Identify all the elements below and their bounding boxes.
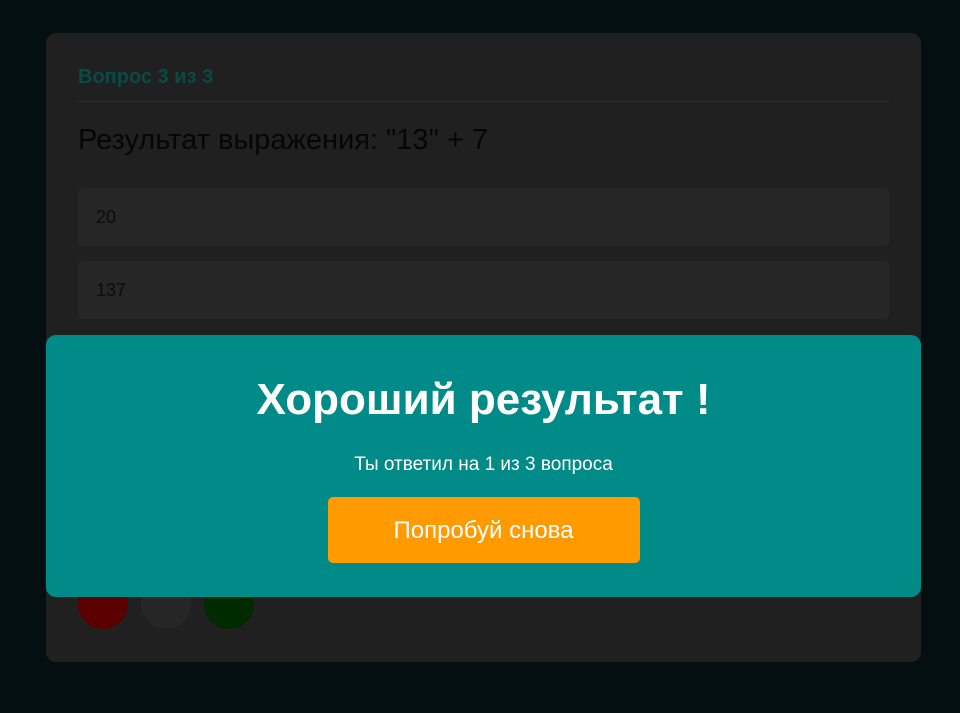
answer-list: 20 137: [78, 188, 889, 319]
result-summary: Ты ответил на 1 из 3 вопроса: [354, 454, 613, 475]
question-text: Результат выражения: "13" + 7: [78, 124, 489, 156]
result-title: Хороший результат !: [256, 375, 711, 424]
retry-button[interactable]: Попробуй снова: [327, 497, 640, 563]
answer-option[interactable]: 137: [78, 261, 889, 319]
question-counter: Вопрос 3 из 3: [78, 63, 889, 102]
answer-option[interactable]: 20: [78, 188, 889, 246]
result-overlay: Хороший результат ! Ты ответил на 1 из 3…: [46, 335, 921, 597]
